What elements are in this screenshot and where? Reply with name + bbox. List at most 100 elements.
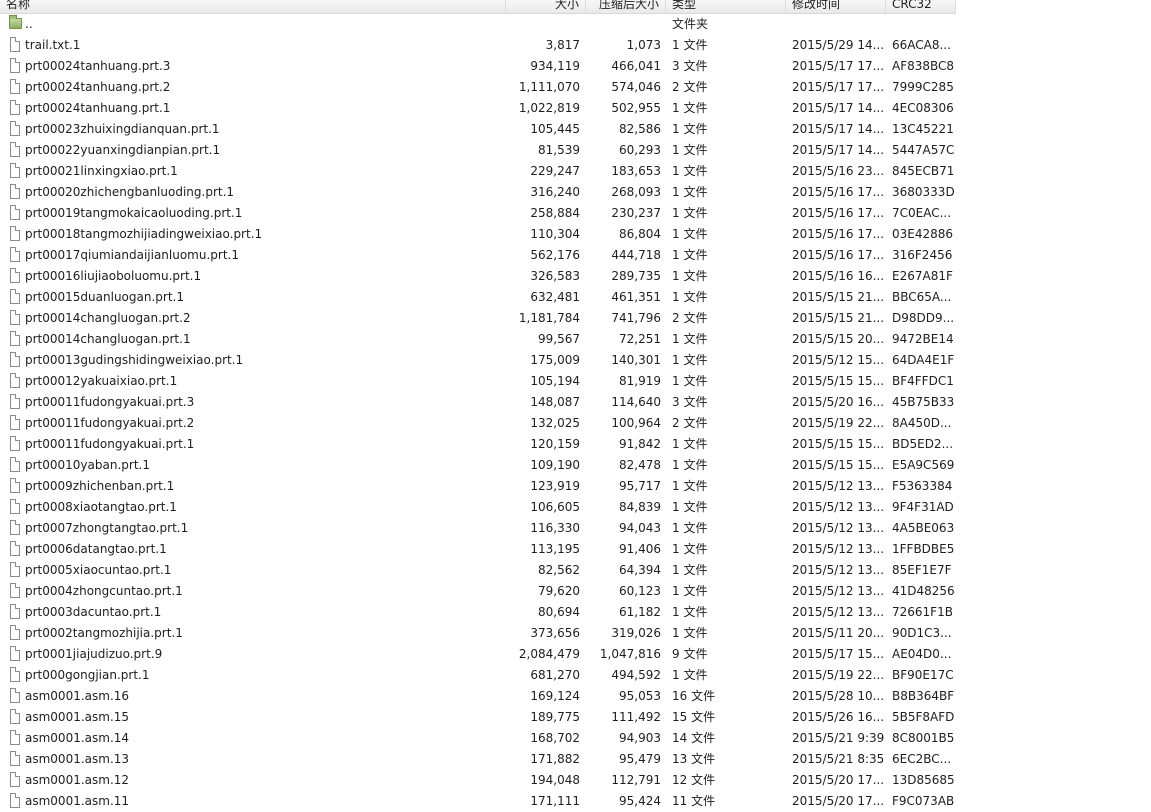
list-item-parent-folder[interactable]: .. 文件夹: [0, 14, 956, 35]
column-header-type[interactable]: 类型: [666, 0, 786, 13]
list-item[interactable]: asm0001.asm.12 194,048 112,791 12 文件 2015/5/…: [0, 770, 956, 791]
file-crc32: 7999C285: [892, 80, 954, 94]
list-item[interactable]: prt000gongjian.prt.1 681,270 494,592 1 文件 20…: [0, 665, 956, 686]
file-packed-size: 319,026: [611, 626, 661, 640]
file-packed-size: 111,492: [611, 710, 661, 724]
list-item[interactable]: prt00013gudingshidingweixiao.prt.1 175,00…: [0, 350, 956, 371]
file-size: 168,702: [530, 731, 580, 745]
list-item[interactable]: prt00024tanhuang.prt.1 1,022,819 502,955 1 …: [0, 98, 956, 119]
file-modified: 2015/5/16 17...: [792, 206, 884, 220]
list-item[interactable]: prt00023zhuixingdianquan.prt.1 105,445 82,…: [0, 119, 956, 140]
list-item[interactable]: asm0001.asm.16 169,124 95,053 16 文件 2015/5/2…: [0, 686, 956, 707]
file-type: 1 文件: [672, 668, 708, 682]
list-item[interactable]: prt0008xiaotangtao.prt.1 106,605 84,839 1 文…: [0, 497, 956, 518]
file-size: 316,240: [530, 185, 580, 199]
list-item[interactable]: prt00016liujiaoboluomu.prt.1 326,583 289,7…: [0, 266, 956, 287]
file-type: 1 文件: [672, 227, 708, 241]
file-icon: [8, 140, 22, 161]
list-item[interactable]: prt00019tangmokaicaoluoding.prt.1 258,884…: [0, 203, 956, 224]
file-packed-size: 60,293: [619, 143, 661, 157]
file-modified: 2015/5/15 15...: [792, 458, 884, 472]
file-name: prt00015duanluogan.prt.1: [25, 290, 184, 304]
file-name: prt00021linxingxiao.prt.1: [25, 164, 178, 178]
list-item[interactable]: prt0002tangmozhijia.prt.1 373,656 319,026 1…: [0, 623, 956, 644]
file-icon: [8, 182, 22, 203]
file-packed-size: 100,964: [611, 416, 661, 430]
list-item[interactable]: prt00017qiumiandaijianluomu.prt.1 562,176…: [0, 245, 956, 266]
file-icon: [8, 77, 22, 98]
list-item[interactable]: prt00015duanluogan.prt.1 632,481 461,351 1 …: [0, 287, 956, 308]
list-item[interactable]: asm0001.asm.15 189,775 111,492 15 文件 2015/5/…: [0, 707, 956, 728]
file-type: 1 文件: [672, 122, 708, 136]
column-header-crc32[interactable]: CRC32: [886, 0, 956, 13]
file-size: 109,190: [530, 458, 580, 472]
file-icon: [8, 602, 22, 623]
list-item[interactable]: prt0004zhongcuntao.prt.1 79,620 60,123 1 文件…: [0, 581, 956, 602]
file-icon: [8, 455, 22, 476]
file-size: 132,025: [530, 416, 580, 430]
list-item[interactable]: prt0001jiajudizuo.prt.9 2,084,479 1,047,81…: [0, 644, 956, 665]
list-item[interactable]: prt0005xiaocuntao.prt.1 82,562 64,394 1 文件 2…: [0, 560, 956, 581]
column-header-name[interactable]: 名称: [0, 0, 506, 13]
file-crc32: 6EC2BC...: [892, 752, 952, 766]
file-packed-size: 574,046: [611, 80, 661, 94]
file-icon: [8, 392, 22, 413]
list-item[interactable]: prt00018tangmozhijiadingweixiao.prt.1 110…: [0, 224, 956, 245]
list-item[interactable]: prt00022yuanxingdianpian.prt.1 81,539 60,2…: [0, 140, 956, 161]
list-item[interactable]: prt00010yaban.prt.1 109,190 82,478 1 文件 2015…: [0, 455, 956, 476]
file-type: 1 文件: [672, 164, 708, 178]
list-item[interactable]: prt0003dacuntao.prt.1 80,694 61,182 1 文件 201…: [0, 602, 956, 623]
list-item[interactable]: prt0007zhongtangtao.prt.1 116,330 94,043 1 …: [0, 518, 956, 539]
list-item[interactable]: prt00012yakuaixiao.prt.1 105,194 81,919 1 文…: [0, 371, 956, 392]
file-icon: [8, 728, 22, 749]
list-item[interactable]: prt00011fudongyakuai.prt.2 132,025 100,964…: [0, 413, 956, 434]
list-item[interactable]: prt00020zhichengbanluoding.prt.1 316,240 2…: [0, 182, 956, 203]
list-item[interactable]: prt0006datangtao.prt.1 113,195 91,406 1 文件 2…: [0, 539, 956, 560]
file-packed-size: 94,903: [619, 731, 661, 745]
file-icon: [8, 287, 22, 308]
file-size: 116,330: [530, 521, 580, 535]
file-crc32: 64DA4E1F: [892, 353, 955, 367]
column-header-modified[interactable]: 修改时间: [786, 0, 886, 13]
list-item[interactable]: prt0009zhichenban.prt.1 123,919 95,717 1 文件…: [0, 476, 956, 497]
list-item[interactable]: asm0001.asm.14 168,702 94,903 14 文件 2015/5/2…: [0, 728, 956, 749]
file-icon: [8, 665, 22, 686]
list-item[interactable]: prt00014changluogan.prt.2 1,181,784 741,79…: [0, 308, 956, 329]
file-modified: 2015/5/16 16...: [792, 269, 884, 283]
file-crc32: 66ACA8...: [892, 38, 951, 52]
list-item[interactable]: prt00011fudongyakuai.prt.1 120,159 91,842 1…: [0, 434, 956, 455]
file-name: prt00024tanhuang.prt.3: [25, 59, 171, 73]
file-modified: 2015/5/20 17...: [792, 773, 884, 787]
list-item[interactable]: prt00024tanhuang.prt.2 1,111,070 574,046 2 …: [0, 77, 956, 98]
list-item[interactable]: prt00024tanhuang.prt.3 934,119 466,041 3 文件…: [0, 56, 956, 77]
column-header-packed-size[interactable]: 压缩后大小: [586, 0, 666, 13]
file-name: prt00011fudongyakuai.prt.1: [25, 437, 195, 451]
file-crc32: 72661F1B: [892, 605, 953, 619]
file-size: 1,022,819: [518, 101, 580, 115]
file-packed-size: 95,053: [619, 689, 661, 703]
list-item[interactable]: prt00021linxingxiao.prt.1 229,247 183,653 1…: [0, 161, 956, 182]
list-item[interactable]: prt00011fudongyakuai.prt.3 148,087 114,640…: [0, 392, 956, 413]
list-item[interactable]: asm0001.asm.11 171,111 95,424 11 文件 2015/5/2…: [0, 791, 956, 812]
file-name: asm0001.asm.13: [25, 752, 130, 766]
file-packed-size: 289,735: [611, 269, 661, 283]
file-packed-size: 112,791: [611, 773, 661, 787]
file-name: prt0004zhongcuntao.prt.1: [25, 584, 183, 598]
file-packed-size: 494,592: [611, 668, 661, 682]
file-packed-size: 95,717: [619, 479, 661, 493]
file-icon: [8, 308, 22, 329]
list-item[interactable]: trail.txt.1 3,817 1,073 1 文件 2015/5/29 14...…: [0, 35, 956, 56]
file-name: prt00020zhichengbanluoding.prt.1: [25, 185, 235, 199]
file-crc32: 9472BE14: [892, 332, 954, 346]
file-size: 99,567: [538, 332, 580, 346]
file-type: 13 文件: [672, 752, 716, 766]
file-icon: [8, 560, 22, 581]
file-modified: 2015/5/29 14...: [792, 38, 884, 52]
file-type: 1 文件: [672, 542, 708, 556]
list-item[interactable]: asm0001.asm.13 171,882 95,479 13 文件 2015/5/2…: [0, 749, 956, 770]
column-header-size[interactable]: 大小: [506, 0, 586, 13]
list-item[interactable]: prt00014changluogan.prt.1 99,567 72,251 1 文…: [0, 329, 956, 350]
file-size: 79,620: [538, 584, 580, 598]
file-crc32: 41D48256: [892, 584, 955, 598]
file-type: 1 文件: [672, 290, 708, 304]
